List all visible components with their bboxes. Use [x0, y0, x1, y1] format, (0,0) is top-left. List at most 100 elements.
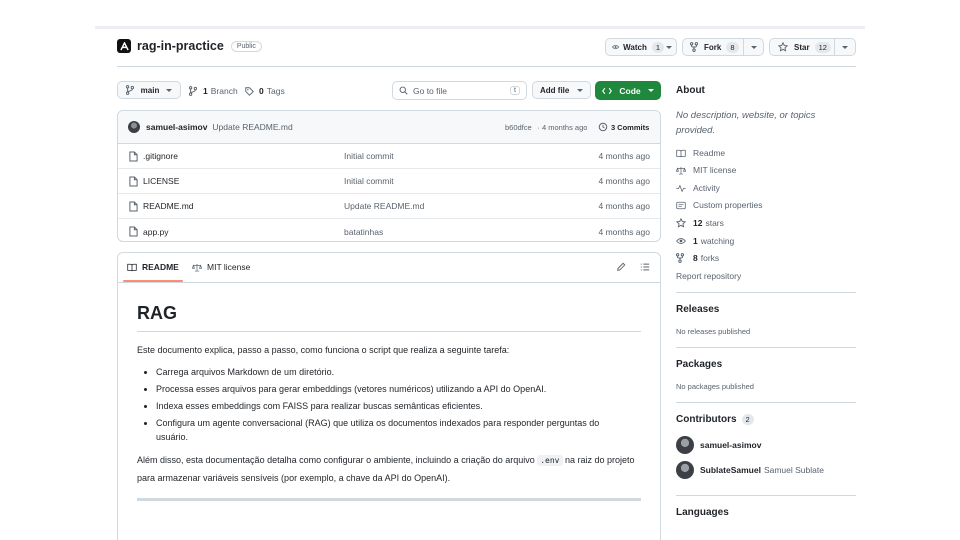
edit-readme-button[interactable] — [616, 262, 626, 272]
code-button[interactable]: Code — [595, 81, 661, 100]
list-icon — [640, 263, 650, 271]
history-icon — [598, 122, 608, 132]
avatar[interactable] — [676, 436, 694, 454]
commits-link[interactable]: 3 Commits — [598, 122, 649, 132]
readme-panel: README MIT license RAG Este documento ex… — [117, 252, 661, 540]
commits-label: Commits — [617, 122, 650, 132]
custom-properties-link[interactable]: Custom properties — [676, 198, 762, 212]
star-count: 12 — [814, 41, 831, 53]
star-label: Star — [794, 42, 810, 52]
file-commit-message[interactable]: Initial commit — [344, 151, 394, 161]
chevron-down-icon — [165, 88, 172, 92]
file-commit-message[interactable]: Initial commit — [344, 176, 394, 186]
branch-selector[interactable]: main — [117, 81, 181, 99]
star-icon — [778, 42, 788, 52]
readme-bullet: Indexa esses embeddings com FAISS para r… — [156, 399, 641, 413]
watch-button[interactable]: Watch 1 — [606, 41, 664, 53]
file-icon — [129, 151, 138, 162]
sidebar-divider — [676, 402, 856, 403]
branches-label: Branch — [210, 86, 238, 96]
go-to-file-input[interactable]: Go to file t — [392, 81, 527, 100]
book-icon — [127, 263, 137, 271]
watchers-link[interactable]: 1 watching — [676, 234, 734, 248]
tab-license-label: MIT license — [207, 262, 251, 272]
file-commit-message[interactable]: Update README.md — [344, 201, 424, 211]
branch-icon — [189, 86, 197, 96]
env-code: .env — [537, 455, 563, 466]
add-file-label: Add file — [540, 85, 570, 95]
outline-button[interactable] — [640, 262, 650, 272]
commit-separator: · — [537, 122, 540, 132]
star-dropdown[interactable] — [835, 45, 855, 49]
watch-dropdown[interactable] — [664, 45, 672, 49]
fork-button[interactable]: Fork 8 — [683, 41, 743, 53]
file-name[interactable]: README.md — [143, 201, 194, 211]
add-file-button[interactable]: Add file — [532, 81, 591, 99]
releases-heading[interactable]: Releases — [676, 304, 719, 315]
tab-readme-label: README — [142, 262, 179, 272]
report-repository-link[interactable]: Report repository — [676, 269, 741, 283]
branches-link[interactable]: 1 Branch — [189, 86, 238, 96]
license-link[interactable]: MIT license — [676, 163, 736, 177]
stars-label: stars — [705, 218, 724, 228]
repo-header: rag-in-practice Public — [117, 39, 262, 53]
avatar[interactable] — [676, 461, 694, 479]
visibility-badge: Public — [230, 40, 262, 52]
chevron-down-icon — [666, 45, 672, 49]
file-name[interactable]: app.py — [143, 227, 169, 237]
fork-button-group: Fork 8 — [682, 38, 764, 56]
watch-button-group: Watch 1 — [605, 38, 677, 56]
file-name[interactable]: .gitignore — [143, 151, 178, 161]
file-row[interactable]: app.py batatinhas 4 months ago — [118, 219, 660, 241]
repo-name[interactable]: rag-in-practice — [137, 39, 224, 53]
eye-icon — [676, 237, 688, 245]
report-repository-label: Report repository — [676, 271, 742, 281]
forks-link[interactable]: 8 forks — [676, 251, 719, 265]
packages-empty: No packages published — [676, 382, 754, 391]
file-row[interactable]: README.md Update README.md 4 months ago — [118, 194, 660, 219]
contributor-login[interactable]: SublateSamuel — [700, 465, 761, 475]
tags-link[interactable]: 0 Tags — [245, 86, 285, 96]
activity-link-label: Activity — [693, 183, 720, 193]
readme-tabs: README MIT license — [118, 253, 660, 283]
fork-count: 8 — [726, 41, 739, 53]
forks-count: 8 — [693, 253, 698, 263]
activity-link[interactable]: Activity — [676, 181, 720, 195]
tab-license[interactable]: MIT license — [192, 262, 250, 272]
license-link-label: MIT license — [693, 165, 737, 175]
file-commit-time: 4 months ago — [598, 151, 650, 161]
languages-heading: Languages — [676, 507, 729, 518]
star-button[interactable]: Star 12 — [770, 41, 834, 53]
file-row[interactable]: LICENSE Initial commit 4 months ago — [118, 169, 660, 194]
chevron-down-icon — [648, 89, 654, 92]
header-divider — [117, 66, 856, 67]
readme-title: RAG — [137, 303, 641, 332]
fork-dropdown[interactable] — [744, 45, 763, 49]
contributor-item[interactable]: SublateSamuel Samuel Sublate — [676, 461, 824, 479]
sidebar-divider — [676, 495, 856, 496]
file-commit-message[interactable]: batatinhas — [344, 227, 383, 237]
file-row[interactable]: .gitignore Initial commit 4 months ago — [118, 144, 660, 169]
contributor-login[interactable]: samuel-asimov — [700, 440, 761, 450]
custom-properties-label: Custom properties — [693, 200, 763, 210]
readme-outro-text-1: Além disso, esta documentação detalha co… — [137, 455, 538, 465]
avatar[interactable] — [128, 121, 140, 133]
tab-readme[interactable]: README — [127, 262, 179, 272]
file-name[interactable]: LICENSE — [143, 176, 179, 186]
contributor-item[interactable]: samuel-asimov — [676, 436, 764, 454]
commit-author[interactable]: samuel-asimov — [146, 122, 207, 132]
file-icon — [129, 226, 138, 237]
readme-link[interactable]: Readme — [676, 146, 725, 160]
repo-avatar-icon[interactable] — [117, 39, 131, 53]
pulse-icon — [676, 184, 688, 193]
note-icon — [676, 201, 688, 210]
sidebar-divider — [676, 347, 856, 348]
stars-link[interactable]: 12 stars — [676, 216, 724, 230]
contributors-heading[interactable]: Contributors — [676, 414, 737, 425]
commit-hash[interactable]: b60dfce — [505, 123, 532, 132]
commit-message[interactable]: Update README.md — [212, 122, 292, 132]
latest-commit-bar: samuel-asimov Update README.md b60dfce ·… — [118, 111, 660, 144]
packages-heading[interactable]: Packages — [676, 359, 722, 370]
forks-label: forks — [700, 253, 720, 263]
file-browser: samuel-asimov Update README.md b60dfce ·… — [117, 110, 661, 242]
